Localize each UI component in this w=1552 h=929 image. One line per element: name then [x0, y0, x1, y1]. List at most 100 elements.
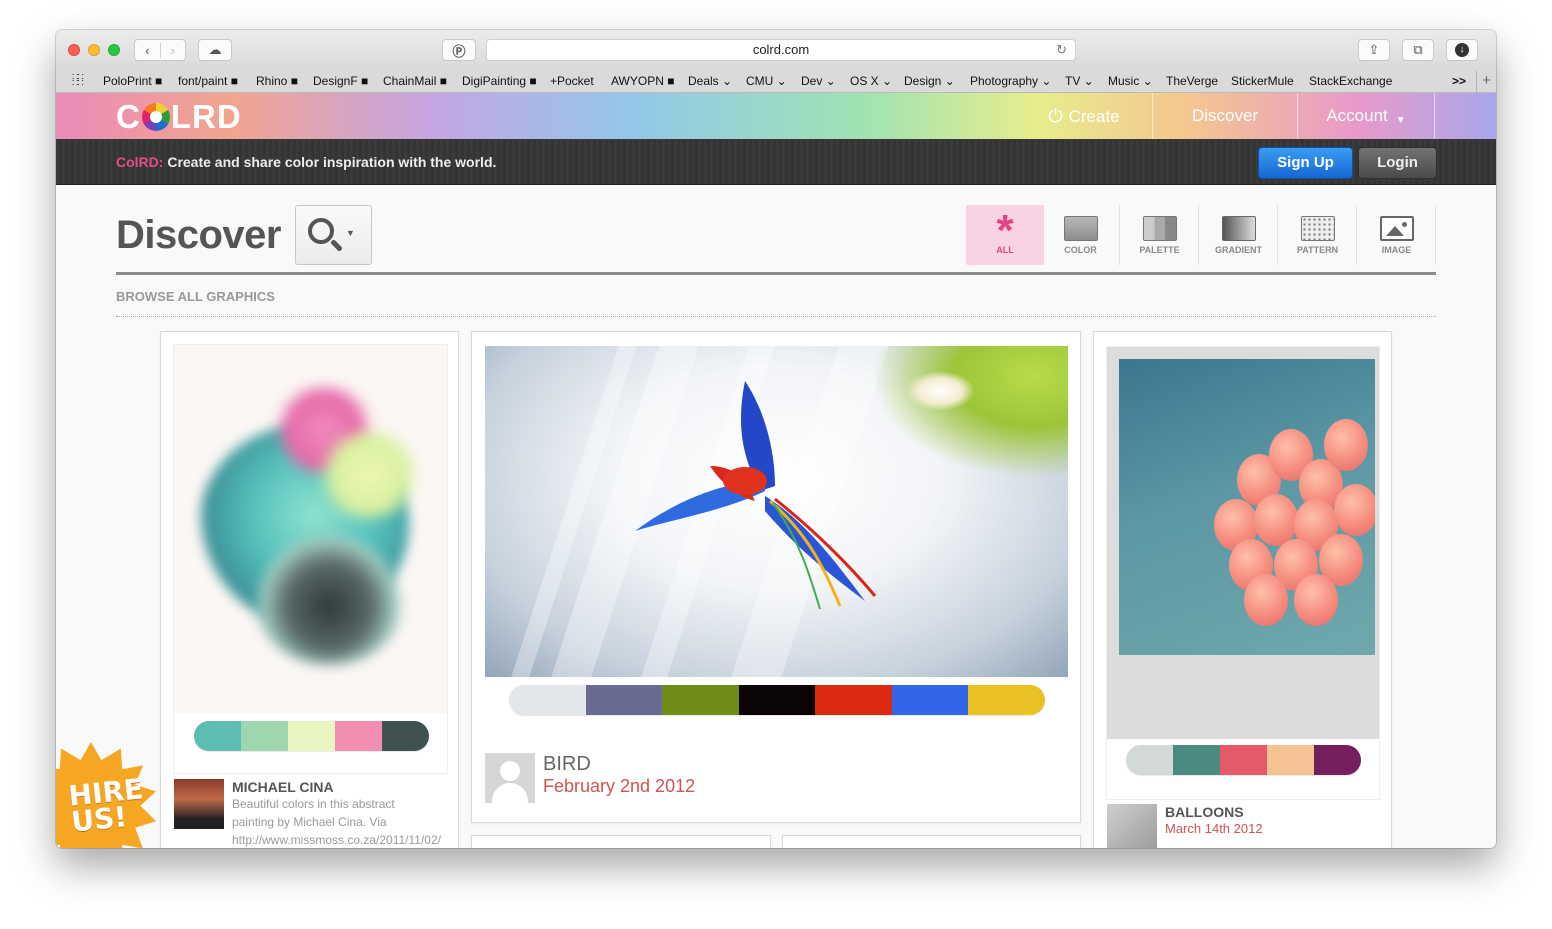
hire-us-badge[interactable]: HIRE US!: [56, 742, 162, 848]
search-button[interactable]: ▼: [295, 205, 372, 265]
bookmark-item[interactable]: TV ⌄: [1065, 74, 1094, 88]
nav-create[interactable]: ⏻ Create: [1016, 93, 1152, 139]
filter-label: COLOR: [1064, 245, 1097, 255]
minimize-window-button[interactable]: [88, 44, 100, 56]
pinterest-icon: Ⓟ: [452, 43, 466, 59]
balloons-image[interactable]: [1119, 359, 1375, 655]
painting-image[interactable]: [174, 345, 447, 713]
filter-pattern[interactable]: PATTERN: [1279, 205, 1357, 265]
tabs-icon: ⧉: [1413, 42, 1423, 57]
bookmark-item[interactable]: Photography ⌄: [970, 74, 1051, 88]
bookmark-item[interactable]: ChainMail ■: [383, 74, 447, 88]
color-swatch[interactable]: [509, 685, 586, 715]
gradient-icon: [1222, 216, 1256, 241]
filter-color[interactable]: COLOR: [1042, 205, 1120, 265]
palette-icon: [1143, 216, 1177, 241]
hire-us-text: HIRE US!: [67, 772, 145, 839]
color-wheel-icon: [141, 103, 170, 131]
default-avatar[interactable]: [485, 753, 535, 803]
bookmark-item[interactable]: +Pocket: [550, 74, 594, 88]
pinterest-button[interactable]: Ⓟ: [442, 39, 476, 61]
bookmarks-bar: ∷∷ ∷∷ PoloPrint ■ font/paint ■ Rhino ■ De…: [56, 70, 1496, 93]
color-swatch[interactable]: [194, 721, 241, 751]
color-swatch[interactable]: [335, 721, 382, 751]
tagline-banner: ColRD: Create and share color inspiratio…: [56, 139, 1496, 185]
graphic-card[interactable]: [782, 835, 1081, 848]
avatar[interactable]: [1107, 804, 1157, 848]
filter-palette[interactable]: PALETTE: [1121, 205, 1199, 265]
show-tabs-button[interactable]: ⧉: [1402, 39, 1434, 61]
filter-image[interactable]: IMAGE: [1358, 205, 1436, 265]
color-swatch[interactable]: [585, 685, 663, 715]
color-palette[interactable]: [1126, 745, 1361, 775]
color-swatch[interactable]: [968, 685, 1045, 715]
bookmark-item[interactable]: Deals ⌄: [688, 74, 732, 88]
downloads-button[interactable]: ↓: [1446, 39, 1478, 61]
color-swatch[interactable]: [815, 685, 892, 715]
page-title: Discover: [116, 213, 281, 257]
colrd-logo[interactable]: C LRD: [116, 98, 242, 136]
filter-all[interactable]: * ALL: [966, 205, 1044, 265]
login-button[interactable]: Login: [1358, 147, 1437, 179]
color-swatch[interactable]: [241, 721, 288, 751]
icloud-tabs-button[interactable]: ☁: [198, 39, 232, 61]
share-button[interactable]: ⇪: [1358, 39, 1390, 61]
bookmark-item[interactable]: StackExchange: [1309, 74, 1392, 88]
browser-toolbar: ‹ › ☁ Ⓟ colrd.com ↻ ⇪ ⧉ ↓: [56, 30, 1496, 70]
graphic-card[interactable]: BIRD February 2nd 2012: [471, 331, 1081, 823]
bookmark-item[interactable]: DesignF ■: [313, 74, 368, 88]
bookmark-item[interactable]: CMU ⌄: [746, 74, 787, 88]
bookmark-item[interactable]: Music ⌄: [1108, 74, 1153, 88]
color-swatch[interactable]: [662, 685, 739, 715]
card-title[interactable]: BALLOONS: [1165, 804, 1244, 820]
zoom-window-button[interactable]: [108, 44, 120, 56]
logo-letter: C: [116, 98, 141, 135]
reload-icon[interactable]: ↻: [1056, 40, 1067, 60]
graphic-card[interactable]: MICHAEL CINA Beautiful colors in this ab…: [160, 331, 459, 848]
heading-divider: [116, 272, 1436, 275]
bookmark-item[interactable]: AWYOPN ■: [611, 74, 674, 88]
bookmark-item[interactable]: StickerMule: [1231, 74, 1294, 88]
nav-discover[interactable]: Discover: [1152, 93, 1297, 139]
bird-image[interactable]: [485, 346, 1068, 677]
nav-account[interactable]: Account ▼: [1297, 93, 1435, 139]
color-swatch[interactable]: [891, 685, 969, 715]
bookmark-item[interactable]: Rhino ■: [256, 74, 298, 88]
bookmark-item[interactable]: font/paint ■: [178, 74, 238, 88]
color-swatch[interactable]: [1314, 745, 1361, 775]
download-icon: ↓: [1455, 43, 1469, 57]
bookmark-item[interactable]: Dev ⌄: [801, 74, 836, 88]
color-palette[interactable]: [194, 721, 429, 751]
color-swatch-icon: [1064, 216, 1098, 241]
avatar[interactable]: [174, 779, 224, 829]
color-swatch[interactable]: [288, 721, 335, 751]
color-swatch[interactable]: [738, 685, 816, 715]
close-window-button[interactable]: [68, 44, 80, 56]
bookmark-item[interactable]: TheVerge: [1166, 74, 1218, 88]
pattern-icon: [1301, 216, 1335, 241]
graphic-card[interactable]: BALLOONS March 14th 2012: [1093, 331, 1392, 848]
color-swatch[interactable]: [1126, 745, 1173, 775]
color-swatch[interactable]: [382, 721, 429, 751]
card-title[interactable]: MICHAEL CINA: [232, 779, 334, 795]
color-swatch[interactable]: [1220, 745, 1267, 775]
color-palette[interactable]: [509, 685, 1045, 715]
add-tab-button[interactable]: +: [1476, 70, 1496, 92]
bookmark-item[interactable]: DigiPainting ■: [462, 74, 537, 88]
signup-button[interactable]: Sign Up: [1258, 147, 1353, 179]
bookmark-item[interactable]: Design ⌄: [904, 74, 955, 88]
color-swatch[interactable]: [1173, 745, 1220, 775]
graphic-card[interactable]: [471, 835, 771, 848]
tagline-text: Create and share color inspiration with …: [163, 154, 497, 170]
bookmark-item[interactable]: PoloPrint ■: [103, 74, 162, 88]
asterisk-icon: *: [996, 206, 1014, 255]
back-icon[interactable]: ‹: [135, 43, 160, 58]
color-swatch[interactable]: [1267, 745, 1314, 775]
filter-gradient[interactable]: GRADIENT: [1200, 205, 1278, 265]
bookmark-item[interactable]: OS X ⌄: [850, 74, 892, 88]
bookmarks-overflow-button[interactable]: >>: [1452, 74, 1466, 88]
address-bar[interactable]: colrd.com ↻: [486, 39, 1076, 61]
apps-grid-icon[interactable]: ∷∷ ∷∷: [72, 73, 84, 89]
card-title[interactable]: BIRD: [543, 753, 591, 776]
forward-icon[interactable]: ›: [159, 42, 186, 58]
